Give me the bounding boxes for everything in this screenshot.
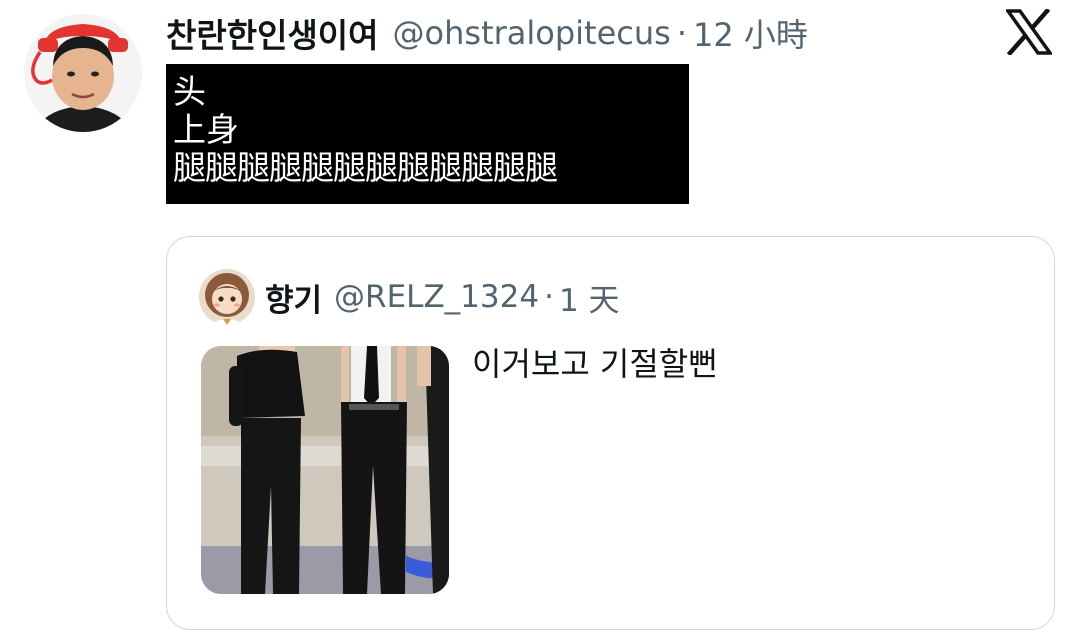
quoted-author-display-name[interactable]: 향기 [265, 275, 322, 320]
tweet-body-image[interactable]: 头 上身 腿腿腿腿腿腿腿腿腿腿腿腿 [166, 64, 689, 204]
tweet-timestamp[interactable]: 12 小時 [693, 10, 808, 56]
quoted-author-handle[interactable]: @RELZ_1324 [334, 279, 539, 315]
quoted-tweet-card[interactable]: 향기 @RELZ_1324 · 1 天 이거보고 기절할뻔 [166, 236, 1055, 630]
quoted-separator-dot: · [544, 279, 554, 315]
body-line-head: 头 [173, 72, 206, 111]
quoted-tweet-header: 향기 @RELZ_1324 · 1 天 [265, 273, 620, 321]
author-display-name[interactable]: 찬란한인생이여 [166, 9, 379, 57]
separator-dot: · [676, 14, 687, 52]
x-logo-icon-svg [1004, 7, 1054, 57]
body-line-upper-body: 上身 [173, 110, 239, 149]
author-handle[interactable]: @ohstralopitecus [393, 14, 671, 52]
quoted-author-avatar[interactable] [199, 269, 255, 325]
author-avatar[interactable] [24, 14, 142, 132]
photo-thumbnail [201, 346, 449, 594]
body-line-legs: 腿腿腿腿腿腿腿腿腿腿腿腿 [173, 148, 558, 187]
quoted-avatar-image [199, 269, 255, 325]
quoted-tweet-timestamp[interactable]: 1 天 [559, 275, 620, 320]
x-logo-icon[interactable] [1004, 7, 1054, 57]
quoted-tweet-photo[interactable] [201, 346, 449, 594]
quoted-tweet-text: 이거보고 기절할뻔 [472, 345, 718, 383]
tweet-header: 찬란한인생이여 @ohstralopitecus · 12 小時 [166, 8, 808, 58]
avatar-image [24, 14, 142, 132]
